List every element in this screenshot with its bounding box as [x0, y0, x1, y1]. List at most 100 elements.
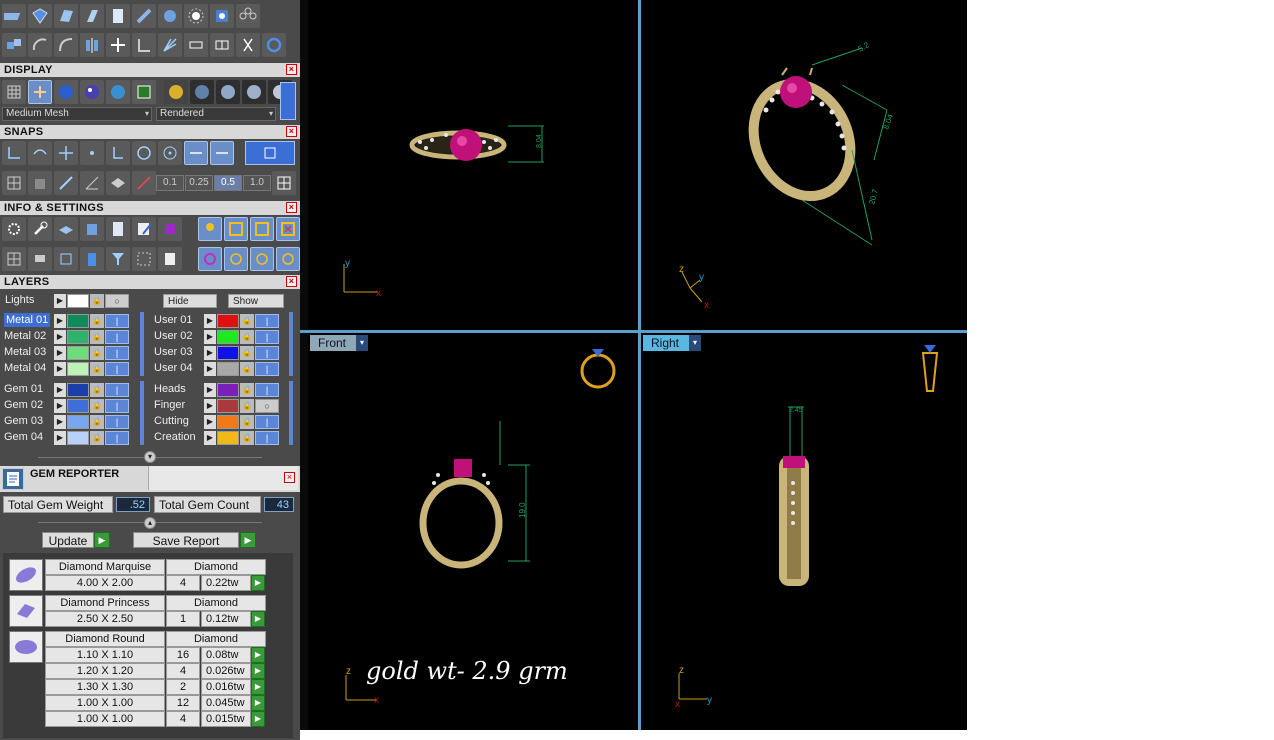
- expand-arrow-icon[interactable]: ▶: [54, 431, 66, 445]
- layer-color-swatch[interactable]: [67, 415, 89, 429]
- layers-stack-icon[interactable]: [54, 217, 78, 241]
- corner-icon[interactable]: [132, 33, 156, 57]
- snap-increment-2[interactable]: 0.5: [214, 175, 242, 191]
- collapse-handle[interactable]: ▴: [144, 517, 156, 529]
- lock-icon[interactable]: 🔒: [240, 314, 254, 328]
- lock-icon[interactable]: 🔒: [240, 431, 254, 445]
- expand-arrow-icon[interactable]: ▶: [54, 415, 66, 429]
- center-snap-icon[interactable]: [158, 141, 182, 165]
- select-gems-button[interactable]: ▶: [251, 695, 265, 711]
- lock-icon[interactable]: 🔒: [240, 415, 254, 429]
- split-icon[interactable]: [210, 33, 234, 57]
- visibility-toggle[interactable]: |: [255, 383, 279, 397]
- curve-icon[interactable]: [54, 33, 78, 57]
- bumpy-material-icon[interactable]: [242, 80, 266, 104]
- gem-cube-icon[interactable]: [158, 217, 182, 241]
- perspective-viewport[interactable]: 8.04 20.7 5.2 z y x: [642, 0, 967, 330]
- close-icon[interactable]: ×: [286, 64, 297, 75]
- visibility-toggle[interactable]: |: [255, 415, 279, 429]
- expand-arrow-icon[interactable]: ▶: [54, 314, 66, 328]
- gold-material-icon[interactable]: [164, 80, 188, 104]
- visibility-toggle[interactable]: |: [105, 383, 129, 397]
- arc-icon[interactable]: [28, 33, 52, 57]
- lit-wire-icon[interactable]: [28, 80, 52, 104]
- lock-icon[interactable]: 🔒: [240, 399, 254, 413]
- chevron-down-icon[interactable]: ▾: [689, 335, 702, 351]
- save-report-button[interactable]: Save Report: [133, 532, 239, 548]
- visibility-toggle[interactable]: |: [255, 330, 279, 344]
- layer-label[interactable]: Metal 03: [4, 345, 46, 359]
- show-button[interactable]: Show: [228, 294, 284, 308]
- display-toggle-button[interactable]: [280, 82, 296, 120]
- right-viewport[interactable]: Right ▾ 2.45 z y x: [641, 333, 967, 730]
- layer-label[interactable]: Cutting: [154, 414, 189, 428]
- edit-doc-icon[interactable]: [132, 217, 156, 241]
- lock-icon[interactable]: 🔒: [240, 346, 254, 360]
- visibility-toggle[interactable]: |: [255, 346, 279, 360]
- settings-gear-icon[interactable]: [2, 217, 26, 241]
- circle-tool-icon[interactable]: [262, 33, 286, 57]
- expand-arrow-icon[interactable]: ▶: [204, 346, 216, 360]
- layer-color-swatch[interactable]: [217, 314, 239, 328]
- select-points-icon[interactable]: [132, 247, 156, 271]
- lock-icon[interactable]: 🔒: [90, 294, 104, 308]
- lock-icon[interactable]: 🔒: [90, 415, 104, 429]
- layer-color-swatch[interactable]: [217, 346, 239, 360]
- visibility-toggle[interactable]: |: [105, 362, 129, 376]
- layer-label[interactable]: User 02: [154, 329, 193, 343]
- expand-arrow-icon[interactable]: ▶: [54, 399, 66, 413]
- select-gems-button[interactable]: ▶: [251, 711, 265, 727]
- boolean-icon[interactable]: [2, 33, 26, 57]
- select-gems-button[interactable]: ▶: [251, 575, 265, 591]
- lock-icon[interactable]: 🔒: [240, 330, 254, 344]
- close-icon[interactable]: ×: [286, 202, 297, 213]
- snap-toggle-button[interactable]: [245, 141, 295, 165]
- select-gems-button[interactable]: ▶: [251, 663, 265, 679]
- layer-color-swatch[interactable]: [217, 383, 239, 397]
- visibility-toggle[interactable]: |: [105, 346, 129, 360]
- right-viewport-label[interactable]: Right ▾: [643, 335, 702, 351]
- layer-color-swatch[interactable]: [67, 399, 89, 413]
- rendered-sphere-icon[interactable]: [80, 80, 104, 104]
- lock-icon[interactable]: 🔒: [90, 346, 104, 360]
- pen-snap-icon[interactable]: [54, 171, 78, 195]
- grid-settings-icon[interactable]: [272, 171, 296, 195]
- globe-icon[interactable]: [106, 80, 130, 104]
- chevron-down-icon[interactable]: ▾: [356, 335, 369, 351]
- update-button[interactable]: Update: [42, 532, 94, 548]
- lock-icon[interactable]: 🔒: [240, 383, 254, 397]
- pave-icon[interactable]: [210, 4, 234, 28]
- expand-arrow-icon[interactable]: ▶: [204, 362, 216, 376]
- expand-arrow-icon[interactable]: ▶: [54, 294, 66, 308]
- expand-arrow-icon[interactable]: ▶: [204, 383, 216, 397]
- cube-snap-icon[interactable]: [28, 171, 52, 195]
- expand-arrow-icon[interactable]: ▶: [54, 383, 66, 397]
- axis-snap-icon[interactable]: [132, 171, 156, 195]
- layer-label[interactable]: User 01: [154, 313, 193, 327]
- layer-color-swatch[interactable]: [217, 399, 239, 413]
- grid-snap-icon[interactable]: [2, 171, 26, 195]
- snap-increment-3[interactable]: 1.0: [243, 175, 271, 191]
- wrench-icon[interactable]: [28, 217, 52, 241]
- layer-color-swatch[interactable]: [217, 415, 239, 429]
- layer-label[interactable]: Gem 02: [4, 398, 43, 412]
- link-icon[interactable]: [184, 33, 208, 57]
- layer-label[interactable]: User 03: [154, 345, 193, 359]
- lock-icon[interactable]: 🔒: [90, 431, 104, 445]
- hide-button[interactable]: Hide: [163, 294, 217, 308]
- fan-icon[interactable]: [158, 33, 182, 57]
- expand-arrow-icon[interactable]: ▶: [204, 415, 216, 429]
- target-snap-icon[interactable]: [132, 141, 156, 165]
- visibility-toggle[interactable]: |: [255, 314, 279, 328]
- expand-arrow-icon[interactable]: ▶: [204, 399, 216, 413]
- end-snap-icon[interactable]: [2, 141, 26, 165]
- layer-label[interactable]: Metal 04: [4, 361, 46, 375]
- update-go-icon[interactable]: ▶: [94, 532, 110, 548]
- page-icon[interactable]: [106, 4, 130, 28]
- zoom-extents-icon[interactable]: [224, 247, 248, 271]
- layer-label[interactable]: Heads: [154, 382, 186, 396]
- sheet-icon[interactable]: [54, 4, 78, 28]
- line-snap-icon[interactable]: [184, 141, 208, 165]
- rotate-view-icon[interactable]: [198, 247, 222, 271]
- corner-snap-icon[interactable]: [106, 141, 130, 165]
